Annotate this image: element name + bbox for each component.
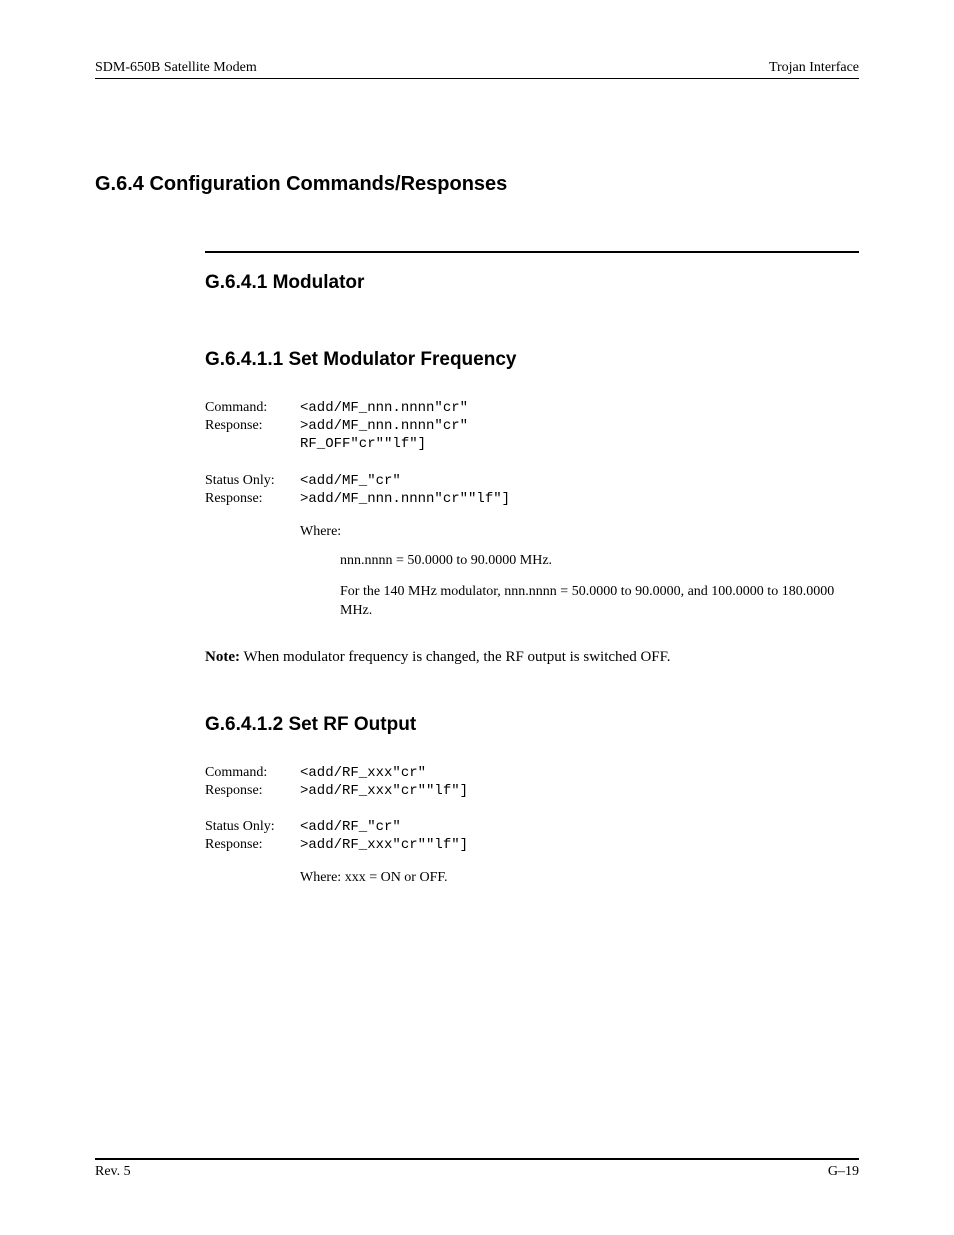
status-only-label: Status Only: — [205, 472, 300, 490]
response-label-empty — [205, 435, 300, 453]
command-value: <add/MF_nnn.nnnn"cr" — [300, 399, 468, 417]
status-only-row: Status Only: <add/MF_"cr" — [205, 472, 859, 490]
header-left: SDM-650B Satellite Modem — [95, 60, 257, 76]
note-paragraph: Note: When modulator frequency is change… — [205, 649, 859, 666]
header-right: Trojan Interface — [769, 60, 859, 76]
status-response-row: Response: >add/MF_nnn.nnnn"cr""lf"] — [205, 490, 859, 508]
command-row: Command: <add/MF_nnn.nnnn"cr" — [205, 399, 859, 417]
response-value-2: >add/RF_xxx"cr""lf"] — [300, 782, 468, 800]
response-value-cont: RF_OFF"cr""lf"] — [300, 435, 426, 453]
where-label: Where: — [300, 524, 859, 540]
note-body: When modulator frequency is changed, the… — [240, 649, 671, 665]
heading-g6411: G.6.4.1.1 Set Modulator Frequency — [205, 349, 859, 371]
response-row-2: Response: >add/RF_xxx"cr""lf"] — [205, 782, 859, 800]
heading-g64: G.6.4 Configuration Commands/Responses — [95, 173, 859, 196]
status-response-label-2: Response: — [205, 836, 300, 854]
where-block: Where: nnn.nnnn = 50.0000 to 90.0000 MHz… — [300, 524, 859, 621]
status-response-label: Response: — [205, 490, 300, 508]
note-prefix: Note: — [205, 649, 240, 665]
response-label-2: Response: — [205, 782, 300, 800]
page-footer: Rev. 5 G–19 — [95, 1158, 859, 1180]
footer-right: G–19 — [828, 1164, 859, 1180]
page-header: SDM-650B Satellite Modem Trojan Interfac… — [95, 60, 859, 79]
footer-left: Rev. 5 — [95, 1164, 131, 1180]
footer-rule — [95, 1158, 859, 1160]
footer-row: Rev. 5 G–19 — [95, 1164, 859, 1180]
status-response-value: >add/MF_nnn.nnnn"cr""lf"] — [300, 490, 510, 508]
command-value-2: <add/RF_xxx"cr" — [300, 764, 426, 782]
status-only-value: <add/MF_"cr" — [300, 472, 401, 490]
response-row-cont: RF_OFF"cr""lf"] — [205, 435, 859, 453]
status-response-row-2: Response: >add/RF_xxx"cr""lf"] — [205, 836, 859, 854]
status-only-label-2: Status Only: — [205, 818, 300, 836]
where-inline-2: Where: xxx = ON or OFF. — [300, 870, 859, 886]
response-label: Response: — [205, 417, 300, 435]
heading-g641: G.6.4.1 Modulator — [205, 272, 859, 294]
indented-content: G.6.4.1 Modulator G.6.4.1.1 Set Modulato… — [205, 251, 859, 886]
response-row: Response: >add/MF_nnn.nnnn"cr" — [205, 417, 859, 435]
heading-g6412: G.6.4.1.2 Set RF Output — [205, 714, 859, 736]
where-detail-2: For the 140 MHz modulator, nnn.nnnn = 50… — [340, 583, 859, 621]
command-row-2: Command: <add/RF_xxx"cr" — [205, 764, 859, 782]
where-detail-1: nnn.nnnn = 50.0000 to 90.0000 MHz. — [340, 552, 859, 571]
status-only-value-2: <add/RF_"cr" — [300, 818, 401, 836]
section-rule — [205, 251, 859, 253]
response-value: >add/MF_nnn.nnnn"cr" — [300, 417, 468, 435]
status-only-row-2: Status Only: <add/RF_"cr" — [205, 818, 859, 836]
status-response-value-2: >add/RF_xxx"cr""lf"] — [300, 836, 468, 854]
command-label: Command: — [205, 399, 300, 417]
document-page: SDM-650B Satellite Modem Trojan Interfac… — [0, 0, 954, 1235]
command-label-2: Command: — [205, 764, 300, 782]
